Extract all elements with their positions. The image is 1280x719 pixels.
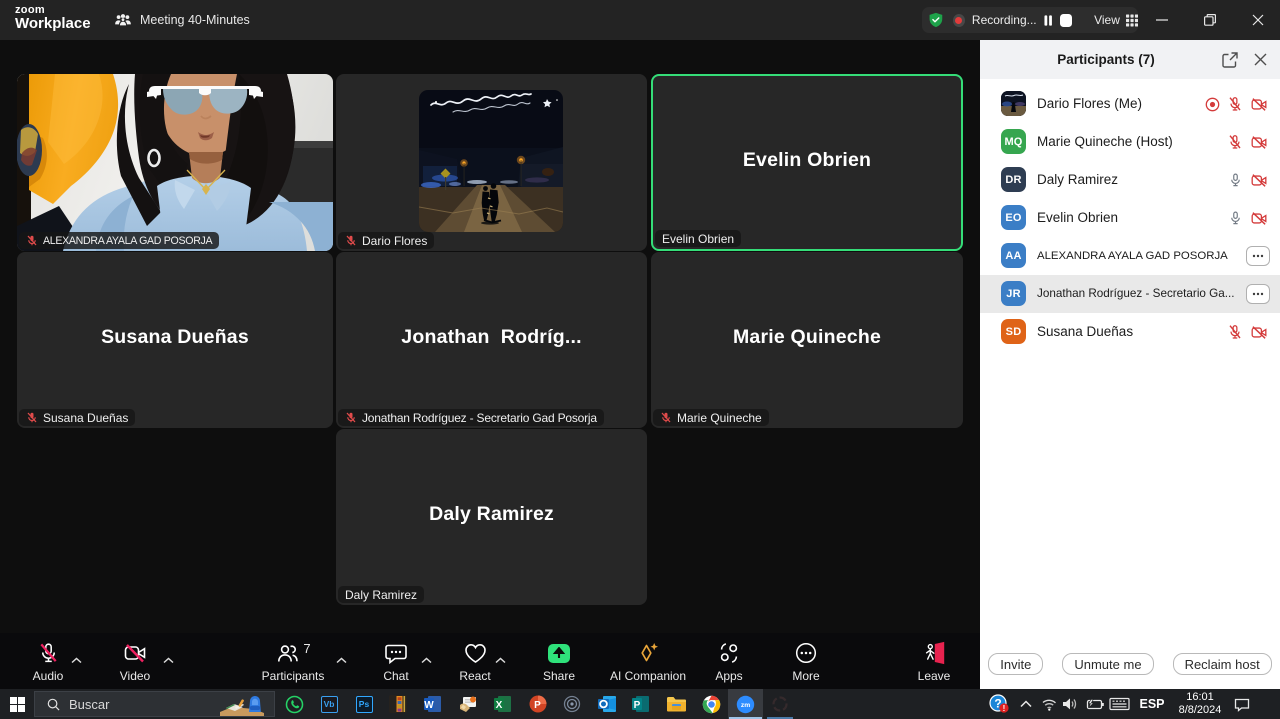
svg-text:zm: zm: [741, 701, 750, 708]
svg-text:!: !: [1003, 704, 1006, 713]
svg-text:W: W: [424, 700, 434, 711]
svg-text:P: P: [634, 700, 641, 711]
svg-text:X: X: [496, 700, 503, 711]
svg-text:P: P: [534, 700, 541, 711]
